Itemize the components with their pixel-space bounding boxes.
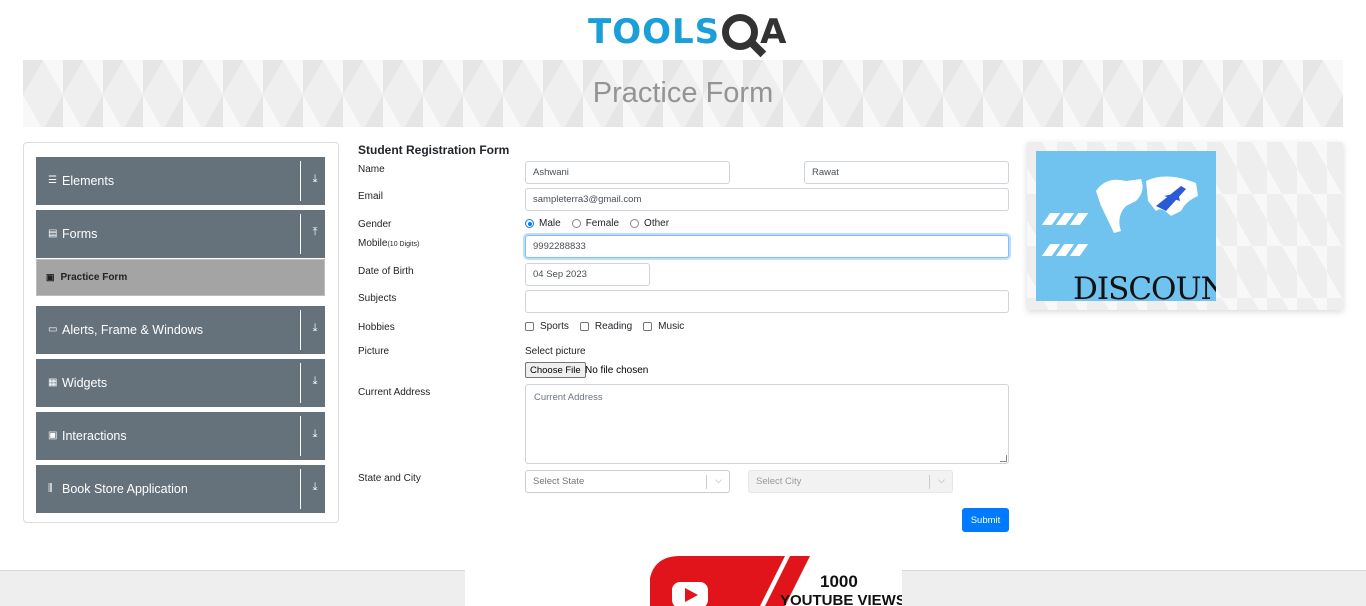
first-name-input[interactable]: Ashwani bbox=[525, 161, 730, 184]
dob-label: Date of Birth bbox=[358, 266, 414, 277]
gear-icon bbox=[722, 14, 759, 50]
submit-button[interactable]: Submit bbox=[962, 508, 1009, 532]
form-icon: ▣ bbox=[46, 272, 55, 282]
mobile-input[interactable]: 9992288833 bbox=[525, 235, 1009, 258]
ad-views-text: YOUTUBE VIEWS bbox=[780, 592, 902, 606]
sidebar-group-label: Forms bbox=[62, 227, 98, 241]
ad-discount-text: DISCOUNT bbox=[1073, 271, 1216, 301]
books-icon: ⫼ bbox=[48, 483, 53, 494]
choose-file-button[interactable]: Choose File bbox=[525, 362, 586, 378]
sidebar-group-label: Book Store Application bbox=[62, 482, 188, 496]
gender-female-option[interactable]: Female bbox=[571, 218, 619, 229]
email-label: Email bbox=[358, 191, 384, 202]
discount-ad-image[interactable]: DISCOUNT bbox=[1036, 151, 1216, 301]
radio-checked[interactable] bbox=[525, 219, 534, 228]
ad-count-text: 1000 bbox=[820, 572, 858, 591]
hobbies-label: Hobbies bbox=[358, 322, 395, 333]
date-of-birth-input[interactable]: 04 Sep 2023 bbox=[525, 263, 650, 286]
radio-unchecked[interactable] bbox=[630, 219, 640, 228]
subjects-label: Subjects bbox=[358, 293, 397, 304]
widgets-icon: ▦ bbox=[48, 377, 58, 388]
picture-label: Picture bbox=[358, 346, 390, 357]
state-select[interactable]: Select State ⌵ bbox=[525, 470, 730, 493]
right-advertisement[interactable]: DISCOUNT bbox=[1027, 142, 1343, 310]
bottom-advertisement[interactable]: 1000 YOUTUBE VIEWS bbox=[465, 548, 902, 606]
sidebar-group-book-store[interactable]: ⫼ Book Store Application ⤓ bbox=[36, 465, 325, 513]
sidebar-group-elements[interactable]: ☰ Elements ⤓ bbox=[36, 157, 325, 205]
hobby-sports-option[interactable]: Sports bbox=[525, 321, 569, 332]
list-icon: ☰ bbox=[48, 175, 57, 186]
download-arrow-icon[interactable]: ⤓ bbox=[309, 173, 321, 187]
checkbox[interactable] bbox=[525, 322, 534, 331]
radio-unchecked[interactable] bbox=[571, 219, 581, 228]
sidebar-group-label: Interactions bbox=[62, 429, 127, 443]
last-name-input[interactable]: Rawat bbox=[804, 161, 1009, 184]
subjects-input[interactable] bbox=[525, 290, 1009, 313]
hobby-reading-option[interactable]: Reading bbox=[579, 321, 632, 332]
interactions-icon: ▣ bbox=[48, 430, 58, 441]
address-placeholder: Current Address bbox=[534, 392, 603, 403]
hobby-music-option[interactable]: Music bbox=[643, 321, 684, 332]
world-map-icon bbox=[1096, 176, 1198, 233]
sidebar-group-alerts[interactable]: ▭ Alerts, Frame & Windows ⤓ bbox=[36, 306, 325, 354]
page-banner: Practice Form bbox=[23, 60, 1343, 127]
sidebar-group-label: Widgets bbox=[62, 376, 108, 390]
sidebar: ☰ Elements ⤓ ▤ Forms ⤒ ▣ Practice Form ▭… bbox=[23, 142, 339, 523]
select-picture-label: Select picture bbox=[525, 346, 586, 357]
mobile-hint: (10 Digits) bbox=[387, 241, 420, 248]
hobbies-checkbox-group: Sports Reading Music bbox=[525, 321, 695, 332]
upload-arrow-icon[interactable]: ⤒ bbox=[309, 226, 321, 240]
gender-other-option[interactable]: Other bbox=[630, 218, 669, 229]
checkbox[interactable] bbox=[643, 322, 653, 331]
form-icon: ▤ bbox=[48, 228, 58, 239]
sidebar-item-practice-form[interactable]: ▣ Practice Form bbox=[36, 259, 325, 296]
sidebar-group-interactions[interactable]: ▣ Interactions ⤓ bbox=[36, 412, 325, 460]
resize-grip-icon[interactable] bbox=[1000, 455, 1007, 462]
download-arrow-icon[interactable]: ⤓ bbox=[309, 375, 321, 389]
sidebar-group-forms[interactable]: ▤ Forms ⤒ bbox=[36, 210, 325, 258]
sidebar-item-label: Practice Form bbox=[60, 272, 128, 283]
sidebar-group-label: Elements bbox=[62, 174, 115, 188]
gender-radio-group: Male Female Other bbox=[525, 218, 680, 229]
checkbox[interactable] bbox=[579, 322, 589, 331]
download-arrow-icon[interactable]: ⤓ bbox=[309, 322, 321, 336]
download-arrow-icon[interactable]: ⤓ bbox=[309, 481, 321, 495]
sidebar-group-widgets[interactable]: ▦ Widgets ⤓ bbox=[36, 359, 325, 407]
chevron-down-icon[interactable]: ⌵ bbox=[938, 475, 945, 486]
chevron-down-icon[interactable]: ⌵ bbox=[715, 475, 722, 486]
gender-male-option[interactable]: Male bbox=[525, 218, 561, 229]
header: TOOLS A bbox=[0, 0, 1366, 60]
email-input[interactable]: sampleterra3@gmail.com bbox=[525, 188, 1009, 211]
toolsqa-logo[interactable]: TOOLS A bbox=[588, 10, 787, 54]
sidebar-group-label: Alerts, Frame & Windows bbox=[62, 323, 204, 337]
current-address-textarea[interactable]: Current Address bbox=[525, 384, 1009, 464]
state-city-label: State and City bbox=[358, 473, 421, 484]
city-select[interactable]: Select City ⌵ bbox=[748, 470, 953, 493]
window-icon: ▭ bbox=[48, 324, 58, 335]
form-title: Student Registration Form bbox=[358, 143, 510, 157]
logo-text-tools: TOOLS bbox=[588, 12, 721, 52]
logo-text-a: A bbox=[760, 12, 788, 52]
gender-label: Gender bbox=[358, 219, 392, 230]
page-title: Practice Form bbox=[592, 77, 774, 109]
download-arrow-icon[interactable]: ⤓ bbox=[309, 428, 321, 442]
address-label: Current Address bbox=[358, 387, 431, 398]
name-label: Name bbox=[358, 164, 385, 175]
file-status: No file chosen bbox=[585, 365, 649, 376]
mobile-label: Mobile(10 Digits) bbox=[358, 238, 420, 249]
